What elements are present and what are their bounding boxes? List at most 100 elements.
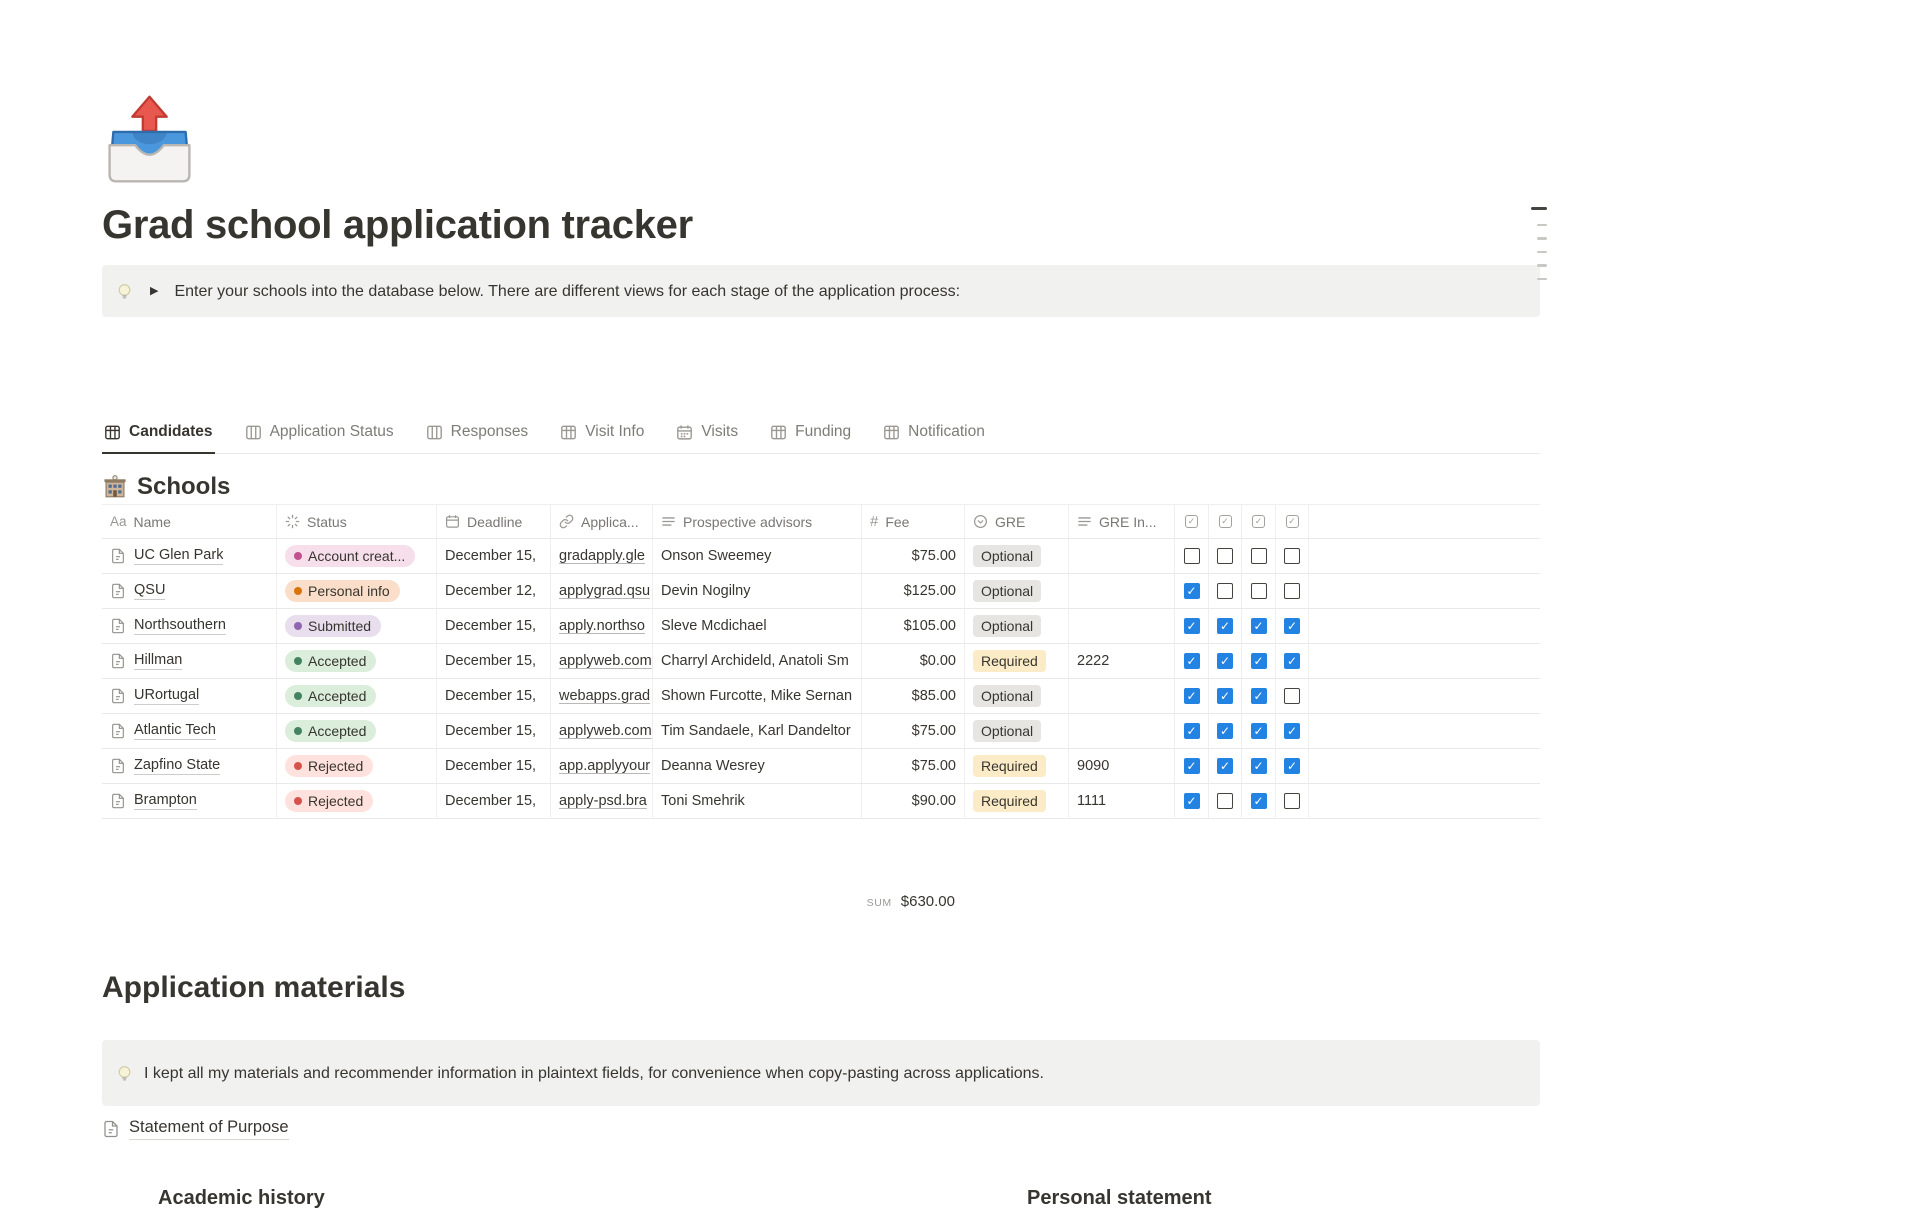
cell-checkbox-2[interactable] bbox=[1209, 574, 1242, 608]
checkbox[interactable] bbox=[1284, 618, 1300, 634]
cell-checkbox-4[interactable] bbox=[1276, 749, 1309, 783]
cell-fee[interactable]: $125.00 bbox=[862, 574, 965, 608]
cell-fee[interactable]: $85.00 bbox=[862, 679, 965, 713]
cell-gre-info[interactable] bbox=[1069, 574, 1175, 608]
checkbox[interactable] bbox=[1251, 758, 1267, 774]
tab-visits[interactable]: Visits bbox=[674, 419, 740, 454]
cell-checkbox-4[interactable] bbox=[1276, 784, 1309, 818]
cell-checkbox-3[interactable] bbox=[1242, 714, 1276, 748]
checkbox[interactable] bbox=[1284, 688, 1300, 704]
cell-name[interactable]: Brampton bbox=[102, 784, 277, 818]
cell-deadline[interactable]: December 15, bbox=[437, 784, 551, 818]
cell-deadline[interactable]: December 15, bbox=[437, 714, 551, 748]
cell-name[interactable]: Zapfino State bbox=[102, 749, 277, 783]
column-header-checkbox-4[interactable] bbox=[1276, 505, 1309, 538]
cell-status[interactable]: Rejected bbox=[277, 784, 437, 818]
cell-gre[interactable]: Optional bbox=[965, 539, 1069, 573]
tab-notification[interactable]: Notification bbox=[881, 419, 987, 454]
table-of-contents-indicator[interactable] bbox=[1531, 207, 1547, 280]
cell-name[interactable]: QSU bbox=[102, 574, 277, 608]
cell-application-url[interactable]: applyweb.com bbox=[551, 644, 653, 678]
cell-gre-info[interactable]: 9090 bbox=[1069, 749, 1175, 783]
checkbox[interactable] bbox=[1251, 653, 1267, 669]
column-header-checkbox-2[interactable] bbox=[1209, 505, 1242, 538]
cell-name[interactable]: Hillman bbox=[102, 644, 277, 678]
cell-application-url[interactable]: app.applyyour bbox=[551, 749, 653, 783]
cell-checkbox-4[interactable] bbox=[1276, 644, 1309, 678]
cell-checkbox-3[interactable] bbox=[1242, 609, 1276, 643]
toggle-triangle-icon[interactable]: ▶ bbox=[150, 281, 158, 302]
cell-gre[interactable]: Optional bbox=[965, 574, 1069, 608]
cell-advisors[interactable]: Deanna Wesrey bbox=[653, 749, 862, 783]
cell-application-url[interactable]: webapps.grad bbox=[551, 679, 653, 713]
cell-checkbox-2[interactable] bbox=[1209, 714, 1242, 748]
tab-responses[interactable]: Responses bbox=[424, 419, 531, 454]
cell-checkbox-1[interactable] bbox=[1175, 784, 1209, 818]
page-link-statement-of-purpose[interactable]: Statement of Purpose bbox=[102, 1118, 289, 1140]
column-header-application[interactable]: Applica... bbox=[551, 505, 653, 538]
cell-fee[interactable]: $75.00 bbox=[862, 749, 965, 783]
cell-checkbox-3[interactable] bbox=[1242, 574, 1276, 608]
cell-gre[interactable]: Optional bbox=[965, 609, 1069, 643]
checkbox[interactable] bbox=[1184, 758, 1200, 774]
cell-gre-info[interactable]: 2222 bbox=[1069, 644, 1175, 678]
cell-gre[interactable]: Optional bbox=[965, 714, 1069, 748]
cell-name[interactable]: UC Glen Park bbox=[102, 539, 277, 573]
cell-status[interactable]: Accepted bbox=[277, 644, 437, 678]
column-header-deadline[interactable]: Deadline bbox=[437, 505, 551, 538]
cell-fee[interactable]: $75.00 bbox=[862, 539, 965, 573]
cell-gre[interactable]: Required bbox=[965, 784, 1069, 818]
cell-application-url[interactable]: gradapply.gle bbox=[551, 539, 653, 573]
cell-advisors[interactable]: Toni Smehrik bbox=[653, 784, 862, 818]
page-title[interactable]: Grad school application tracker bbox=[102, 201, 1540, 249]
cell-checkbox-3[interactable] bbox=[1242, 644, 1276, 678]
checkbox[interactable] bbox=[1284, 758, 1300, 774]
cell-checkbox-4[interactable] bbox=[1276, 539, 1309, 573]
cell-name[interactable]: URortugal bbox=[102, 679, 277, 713]
checkbox[interactable] bbox=[1217, 583, 1233, 599]
cell-advisors[interactable]: Tim Sandaele, Karl Dandeltor bbox=[653, 714, 862, 748]
cell-advisors[interactable]: Devin Nogilny bbox=[653, 574, 862, 608]
cell-gre-info[interactable] bbox=[1069, 609, 1175, 643]
cell-gre-info[interactable] bbox=[1069, 539, 1175, 573]
cell-deadline[interactable]: December 15, bbox=[437, 609, 551, 643]
cell-checkbox-3[interactable] bbox=[1242, 784, 1276, 818]
cell-checkbox-1[interactable] bbox=[1175, 574, 1209, 608]
column-header-checkbox-1[interactable] bbox=[1175, 505, 1209, 538]
checkbox[interactable] bbox=[1217, 653, 1233, 669]
checkbox[interactable] bbox=[1284, 653, 1300, 669]
column-header-gre[interactable]: GRE bbox=[965, 505, 1069, 538]
cell-application-url[interactable]: applygrad.qsu bbox=[551, 574, 653, 608]
cell-name[interactable]: Northsouthern bbox=[102, 609, 277, 643]
checkbox[interactable] bbox=[1284, 583, 1300, 599]
cell-checkbox-4[interactable] bbox=[1276, 574, 1309, 608]
checkbox[interactable] bbox=[1184, 793, 1200, 809]
column-header-name[interactable]: AaName bbox=[102, 505, 277, 538]
cell-status[interactable]: Personal info bbox=[277, 574, 437, 608]
cell-checkbox-1[interactable] bbox=[1175, 749, 1209, 783]
cell-deadline[interactable]: December 15, bbox=[437, 679, 551, 713]
cell-gre[interactable]: Required bbox=[965, 749, 1069, 783]
tab-visit-info[interactable]: Visit Info bbox=[558, 419, 646, 454]
cell-deadline[interactable]: December 12, bbox=[437, 574, 551, 608]
cell-application-url[interactable]: apply-psd.bra bbox=[551, 784, 653, 818]
cell-checkbox-1[interactable] bbox=[1175, 714, 1209, 748]
tab-candidates[interactable]: Candidates bbox=[102, 419, 215, 454]
checkbox[interactable] bbox=[1184, 618, 1200, 634]
cell-checkbox-3[interactable] bbox=[1242, 539, 1276, 573]
cell-status[interactable]: Rejected bbox=[277, 749, 437, 783]
cell-fee[interactable]: $75.00 bbox=[862, 714, 965, 748]
checkbox[interactable] bbox=[1184, 583, 1200, 599]
cell-checkbox-4[interactable] bbox=[1276, 714, 1309, 748]
checkbox[interactable] bbox=[1251, 723, 1267, 739]
checkbox[interactable] bbox=[1284, 548, 1300, 564]
cell-fee[interactable]: $105.00 bbox=[862, 609, 965, 643]
cell-status[interactable]: Submitted bbox=[277, 609, 437, 643]
cell-checkbox-3[interactable] bbox=[1242, 749, 1276, 783]
checkbox[interactable] bbox=[1217, 758, 1233, 774]
cell-checkbox-2[interactable] bbox=[1209, 749, 1242, 783]
cell-gre-info[interactable]: 1111 bbox=[1069, 784, 1175, 818]
cell-checkbox-2[interactable] bbox=[1209, 644, 1242, 678]
cell-checkbox-2[interactable] bbox=[1209, 539, 1242, 573]
cell-checkbox-2[interactable] bbox=[1209, 784, 1242, 818]
